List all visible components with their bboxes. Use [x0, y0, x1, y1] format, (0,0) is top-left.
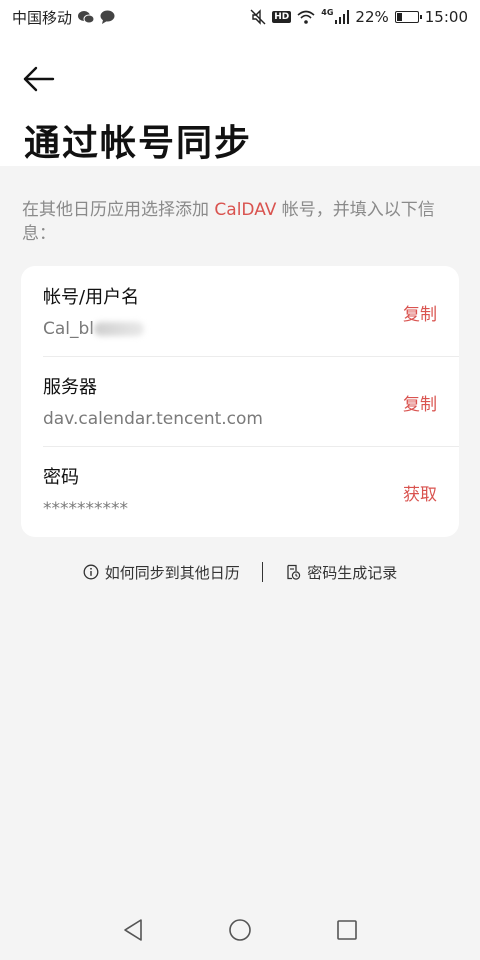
circle-home-icon: [229, 919, 251, 941]
header: 通过帐号同步: [0, 34, 480, 166]
mute-icon: [250, 9, 266, 25]
carrier-label: 中国移动: [12, 8, 73, 27]
back-arrow-icon: [23, 66, 55, 92]
battery-icon: [394, 11, 422, 23]
status-left: 中国移动: [12, 7, 115, 28]
username-row: 帐号/用户名 Cal_bl 复制: [21, 266, 459, 356]
battery-level-fill: [396, 13, 402, 21]
clock-time: 15:00: [424, 8, 468, 26]
signal-icon: [335, 10, 350, 24]
password-value: **********: [43, 499, 128, 519]
username-value-text: Cal_bl: [43, 319, 95, 339]
hd-badge: HD: [272, 11, 292, 23]
server-label: 服务器: [43, 377, 97, 398]
network-type-label: 4G: [321, 7, 334, 17]
how-to-sync-label: 如何同步到其他日历: [104, 563, 240, 582]
password-label: 密码: [43, 467, 79, 488]
message-icon: [100, 10, 115, 24]
triangle-back-icon: [124, 919, 143, 941]
nav-back-button[interactable]: [113, 910, 153, 950]
username-value: Cal_bl: [43, 318, 437, 340]
history-document-icon: [287, 564, 301, 580]
square-recents-icon: [336, 920, 357, 940]
system-nav-bar: [0, 900, 480, 960]
caldav-highlight: CalDAV: [214, 200, 277, 220]
get-password-button[interactable]: 获取: [403, 480, 437, 505]
battery-percent: 22%: [355, 8, 389, 26]
account-info-card: 帐号/用户名 Cal_bl 复制 服务器 dav.calendar.tencen…: [21, 266, 459, 537]
server-value: dav.calendar.tencent.com: [43, 409, 263, 429]
wechat-icon: [78, 10, 95, 24]
links-divider: [261, 562, 264, 582]
password-row: 密码 ********** 获取: [21, 446, 459, 536]
info-icon: [83, 564, 99, 580]
nav-home-button[interactable]: [220, 910, 260, 950]
username-redacted-mask: [94, 322, 145, 336]
back-button[interactable]: [20, 62, 58, 96]
instruction-text-before: 在其他日历应用选择添加: [22, 200, 215, 220]
server-row: 服务器 dav.calendar.tencent.com 复制: [21, 356, 459, 446]
nav-recents-button[interactable]: [327, 910, 367, 950]
username-label: 帐号/用户名: [43, 287, 140, 308]
help-links: 如何同步到其他日历 密码生成记录: [0, 560, 480, 584]
wifi-icon: [297, 10, 315, 24]
page-title: 通过帐号同步: [24, 123, 253, 164]
instruction-text: 在其他日历应用选择添加 CalDAV 帐号，并填入以下信息：: [22, 198, 462, 246]
copy-username-button[interactable]: 复制: [403, 300, 437, 325]
status-right: HD 4G 22% 15:00: [250, 8, 468, 26]
status-bar: 中国移动 HD 4G 22% 15:00: [0, 0, 480, 34]
copy-server-button[interactable]: 复制: [403, 390, 437, 415]
password-history-label: 密码生成记录: [307, 563, 398, 582]
how-to-sync-link[interactable]: 如何同步到其他日历: [83, 562, 240, 583]
password-history-link[interactable]: 密码生成记录: [285, 562, 397, 583]
